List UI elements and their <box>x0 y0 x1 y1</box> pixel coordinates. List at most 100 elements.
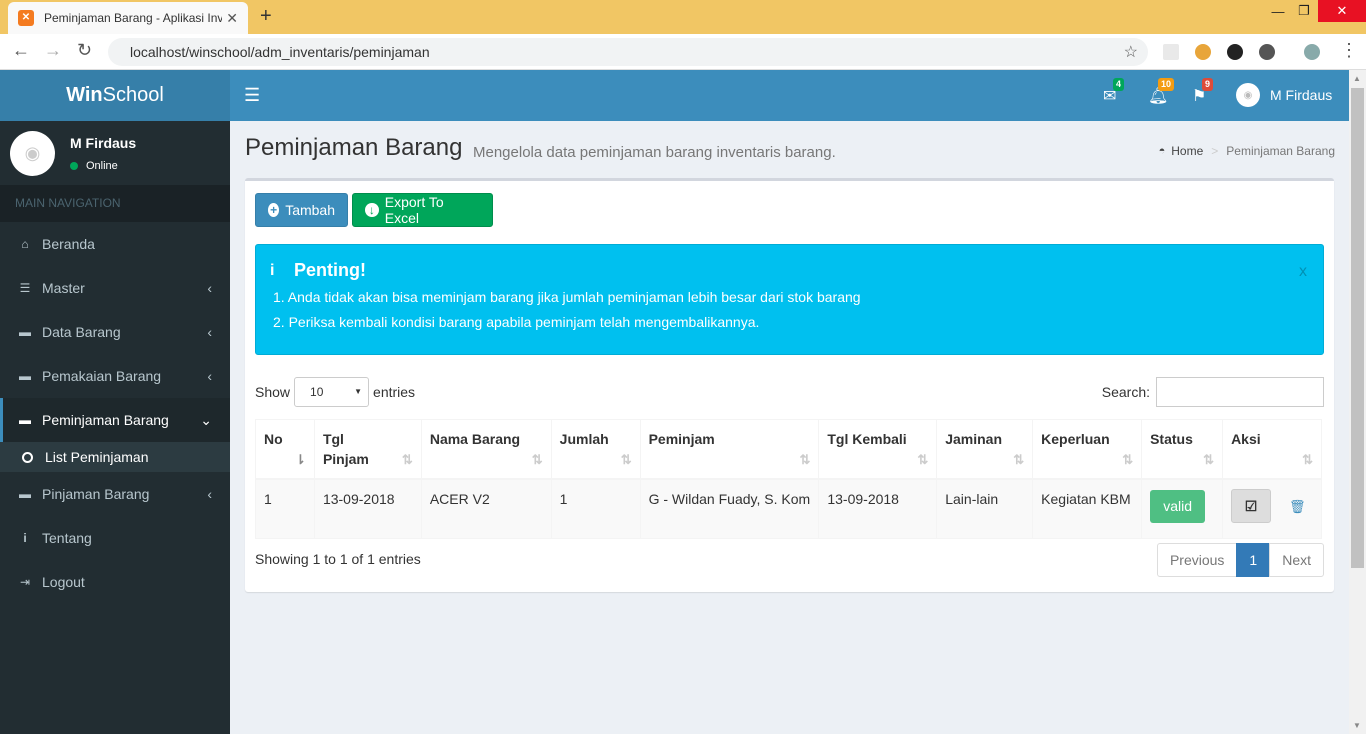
notification-count-badge: 10 <box>1158 78 1175 91</box>
info-alert: i Penting! 1. Anda tidak akan bisa memin… <box>255 244 1324 355</box>
sidebar-item-pinjaman-barang[interactable]: ▬ Pinjaman Barang ‹ <box>0 472 230 516</box>
breadcrumb: ◓ Home > Peminjaman Barang <box>1159 144 1335 158</box>
reload-icon[interactable]: ↻ <box>77 40 92 61</box>
page-1-button[interactable]: 1 <box>1236 543 1271 577</box>
scroll-down-icon[interactable]: ▼ <box>1353 721 1361 730</box>
top-navbar: ☰ ✉ 4 🔔︎ 10 ⚑ 9 ◉ M Firdaus <box>230 70 1349 121</box>
column-header-aksi[interactable]: Aksi ⇅ <box>1222 419 1322 480</box>
extension-icon[interactable] <box>1227 44 1243 60</box>
briefcase-icon: ▬ <box>19 487 31 501</box>
envelope-icon[interactable]: ✉ 4 <box>1103 78 1125 106</box>
circle-icon <box>22 451 33 463</box>
pagination: Previous 1 Next <box>1156 543 1324 577</box>
chevron-left-icon: ‹ <box>207 280 212 296</box>
export-excel-button[interactable]: ↓ Export To Excel <box>352 193 493 227</box>
content-box: + Tambah ↓ Export To Excel i Penting! 1.… <box>245 178 1334 592</box>
xampp-icon: ✕ <box>18 10 34 26</box>
add-button[interactable]: + Tambah <box>255 193 348 227</box>
briefcase-icon: ▬ <box>19 369 31 383</box>
search-input[interactable] <box>1156 377 1324 407</box>
task-count-badge: 9 <box>1202 78 1214 91</box>
cell-no: 1 <box>255 478 315 539</box>
breadcrumb-home[interactable]: Home <box>1171 144 1203 158</box>
breadcrumb-current: Peminjaman Barang <box>1226 144 1335 158</box>
app-logo[interactable]: WinSchool <box>0 70 230 121</box>
bookmark-star-icon[interactable]: ☆ <box>1124 42 1138 62</box>
window-close-icon[interactable]: ✕ <box>1318 0 1366 22</box>
forward-icon[interactable]: → <box>44 40 62 61</box>
chevron-left-icon: ‹ <box>207 486 212 502</box>
sort-icon: ⇅ <box>799 452 811 467</box>
edit-check-button[interactable]: ☑ <box>1231 489 1272 523</box>
sidebar-item-master[interactable]: ☰ Master ‹ <box>0 266 230 310</box>
sort-icon: ⇅ <box>531 452 543 467</box>
extension-icon[interactable] <box>1195 44 1211 60</box>
maximize-icon[interactable]: ❐ <box>1292 0 1316 22</box>
column-header-status[interactable]: Status ⇅ <box>1141 419 1224 480</box>
user-name: M Firdaus <box>1270 87 1333 103</box>
table-info: Showing 1 to 1 of 1 entries <box>255 551 421 567</box>
cell-nama-barang: ACER V2 <box>420 478 552 539</box>
home-icon: ⌂ <box>21 237 29 251</box>
sign-out-icon: ⇥ <box>19 575 31 589</box>
url-text: localhost/winschool/adm_inventaris/pemin… <box>130 44 430 60</box>
bell-icon[interactable]: 🔔︎ 10 <box>1148 78 1175 106</box>
url-field[interactable]: i localhost/winschool/adm_inventaris/pem… <box>108 38 1148 422</box>
profile-avatar-icon[interactable] <box>1304 44 1320 60</box>
table-search: Search: <box>1102 377 1324 407</box>
column-header-jumlah[interactable]: Jumlah ⇅ <box>550 419 641 480</box>
table-header-row: No ⇂ Tgl Pinjam ⇅ Nama Barang ⇅ Jumlah ⇅ Pem… <box>255 419 1322 480</box>
column-header-jaminan[interactable]: Jaminan ⇅ <box>936 419 1034 480</box>
menu-dots-icon[interactable]: ⋮ <box>1340 40 1358 61</box>
column-header-nama-barang[interactable]: Nama Barang ⇅ <box>420 419 552 480</box>
page-subtitle: Mengelola data peminjaman barang inventa… <box>473 144 836 161</box>
column-header-tgl-kembali[interactable]: Tgl Kembali ⇅ <box>818 419 938 480</box>
cell-aksi: ☑ 🗑︎ <box>1222 478 1322 539</box>
sidebar-item-tentang[interactable]: i Tentang <box>0 516 230 560</box>
cell-keperluan: Kegiatan KBM <box>1032 478 1143 539</box>
scroll-up-icon[interactable]: ▲ <box>1353 74 1361 83</box>
close-tab-icon[interactable]: ✕ <box>226 10 238 27</box>
sidebar-item-pemakaian-barang[interactable]: ▬ Pemakaian Barang ‹ <box>0 354 230 398</box>
user-avatar: ◉ <box>1236 83 1260 107</box>
flag-icon[interactable]: ⚑ 9 <box>1192 78 1214 106</box>
sidebar-subitem-list-peminjaman[interactable]: List Peminjaman <box>0 442 230 472</box>
nav-header: MAIN NAVIGATION <box>0 185 230 222</box>
sort-icon: ⇅ <box>1122 452 1134 467</box>
extension-icon[interactable] <box>1163 44 1179 60</box>
sidebar-item-peminjaman-barang[interactable]: ▬ Peminjaman Barang ⌄ <box>0 398 230 442</box>
new-tab-button[interactable]: + <box>260 5 272 28</box>
online-status: Online <box>70 160 118 172</box>
entries-select[interactable]: 10 ▼ <box>294 377 370 407</box>
back-icon[interactable]: ← <box>12 40 30 61</box>
peminjaman-table: No ⇂ Tgl Pinjam ⇅ Nama Barang ⇅ Jumlah ⇅ Pem… <box>255 419 1322 539</box>
sidebar-toggle-icon[interactable]: ☰ <box>244 85 260 106</box>
scrollbar-thumb[interactable] <box>1351 88 1364 568</box>
chevron-left-icon: ‹ <box>207 324 212 340</box>
sidebar-item-beranda[interactable]: ⌂ Beranda <box>0 222 230 266</box>
previous-page-button[interactable]: Previous <box>1156 543 1238 577</box>
user-menu[interactable]: ◉ M Firdaus <box>1236 83 1332 107</box>
browser-tabbar: ✕ Peminjaman Barang - Aplikasi Inv ✕ + —… <box>0 0 1366 34</box>
sort-icon: ⇅ <box>401 452 413 467</box>
briefcase-icon: ▬ <box>19 413 31 427</box>
browser-tab[interactable]: ✕ Peminjaman Barang - Aplikasi Inv ✕ <box>8 2 248 34</box>
next-page-button[interactable]: Next <box>1269 543 1324 577</box>
column-header-peminjam[interactable]: Peminjam ⇅ <box>639 419 820 480</box>
cell-peminjam: G - Wildan Fuady, S. Kom <box>639 478 820 539</box>
content-header: Peminjaman Barang Mengelola data peminja… <box>245 134 1335 168</box>
extension-icon[interactable] <box>1259 44 1275 60</box>
alert-line: 1. Anda tidak akan bisa meminjam barang … <box>273 289 861 305</box>
alert-close-button[interactable]: x <box>1299 263 1307 281</box>
column-header-no[interactable]: No ⇂ <box>255 419 315 480</box>
trash-icon[interactable]: 🗑︎ <box>1289 497 1306 517</box>
minimize-icon[interactable]: — <box>1266 0 1290 22</box>
scrollbar[interactable]: ▲ ▼ <box>1349 70 1366 734</box>
sort-icon: ⇅ <box>620 452 632 467</box>
sidebar-item-data-barang[interactable]: ▬ Data Barang ‹ <box>0 310 230 354</box>
sidebar-item-logout[interactable]: ⇥ Logout <box>0 560 230 604</box>
status-badge[interactable]: valid <box>1150 490 1206 523</box>
column-header-tgl-pinjam[interactable]: Tgl Pinjam ⇅ <box>313 419 422 480</box>
briefcase-icon: ▬ <box>19 325 31 339</box>
column-header-keperluan[interactable]: Keperluan ⇅ <box>1032 419 1143 480</box>
